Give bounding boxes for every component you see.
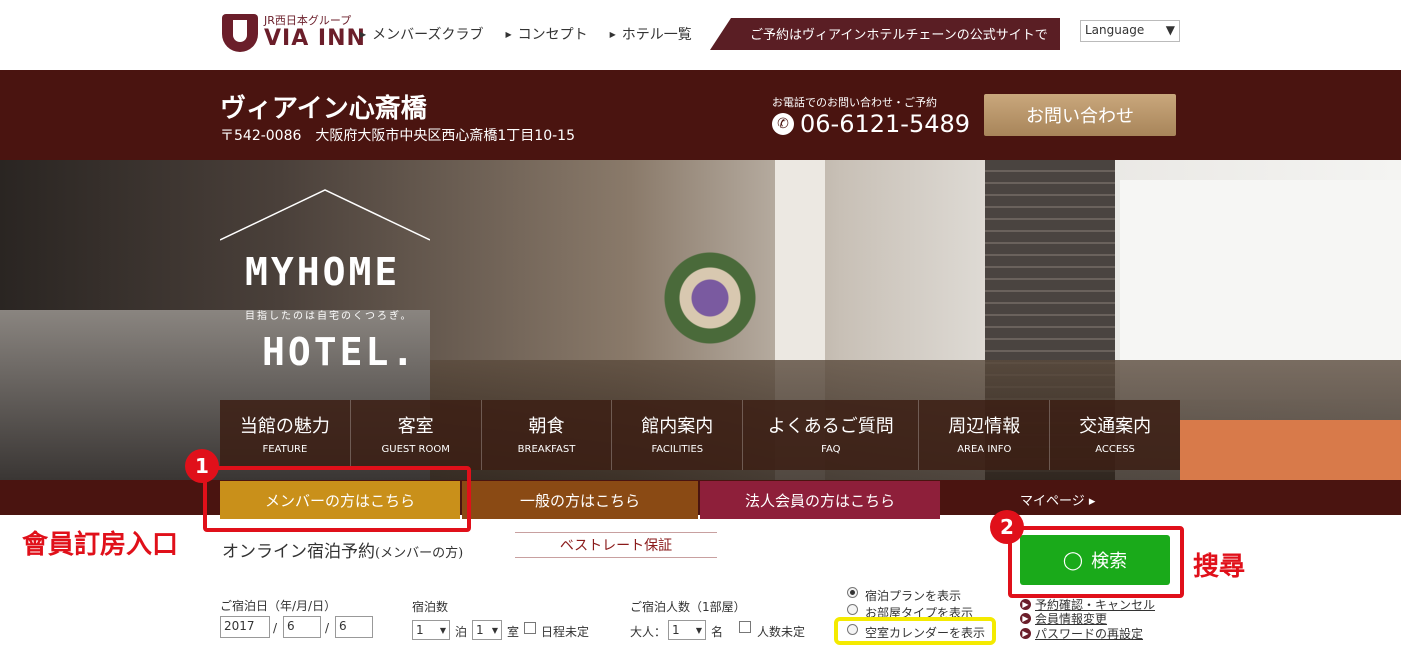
dropdown-arrow-icon: ▼ <box>439 625 446 635</box>
top-header: JR西日本グループ VIA INN ▶ メンバーズクラブ ▶ コンセプト ▶ ホテル一… <box>0 0 1401 70</box>
annotation-label-search: 搜尋 <box>1193 552 1246 582</box>
arrow-circle-icon: ▶ <box>1020 628 1031 639</box>
dropdown-arrow-icon: ▼ <box>695 625 702 635</box>
annotation-box-member <box>203 466 471 532</box>
mypage-link[interactable]: マイページ ▸ <box>1020 490 1095 509</box>
best-rate-badge[interactable]: ベストレート保証 <box>515 532 717 558</box>
menu-guest-room[interactable]: 客室 GUEST ROOM <box>351 400 482 470</box>
booking-title: オンライン宿泊予約(メンバーの方) <box>222 542 464 562</box>
hero-subline: 目指したのは自宅のくつろぎ。 <box>245 311 413 322</box>
nav-hotel-list[interactable]: ▶ ホテル一覧 <box>610 24 692 44</box>
hotel-name: ヴィアイン心斎橋 <box>220 94 427 124</box>
radio-show-room-types[interactable] <box>847 604 858 615</box>
dropdown-arrow-icon: ▼ <box>1165 23 1175 37</box>
phone-number[interactable]: ✆ 06-6121-5489 <box>772 110 970 138</box>
menu-feature[interactable]: 当館の魅力 FEATURE <box>220 400 351 470</box>
menu-faq[interactable]: よくあるご質問 FAQ <box>743 400 920 470</box>
main-menu: 当館の魅力 FEATURE 客室 GUEST ROOM 朝食 BREAKFAST 館内… <box>220 400 1180 470</box>
adults-select[interactable]: 1 ▼ <box>668 620 706 640</box>
phone-label: お電話でのお問い合わせ・ご予約 <box>772 96 937 109</box>
day-input[interactable]: 6 <box>335 616 373 638</box>
nights-select[interactable]: 1 ▼ <box>412 620 450 640</box>
annotation-highlight-calendar <box>834 617 996 645</box>
via-inn-logo[interactable]: JR西日本グループ VIA INN <box>222 14 366 52</box>
annotation-badge-1: 1 <box>185 449 219 483</box>
phone-icon: ✆ <box>772 113 794 135</box>
triangle-right-icon: ▶ <box>609 29 616 39</box>
annotation-label-member: 會員訂房入口 <box>22 530 179 560</box>
annotation-box-search <box>1008 526 1184 598</box>
nights-label: 宿泊数 <box>412 600 449 614</box>
nav-members-club[interactable]: ▶ メンバーズクラブ <box>360 24 483 44</box>
hotel-address: 〒542-0086 大阪府大阪市中央区西心斎橋1丁目10-15 <box>220 128 575 144</box>
menu-access[interactable]: 交通案内 ACCESS <box>1050 400 1180 470</box>
logo-brand-text: VIA INN <box>264 26 366 51</box>
year-input[interactable]: 2017 <box>220 616 270 638</box>
guests-label: ご宿泊人数（1部屋） <box>630 600 746 614</box>
radio-show-plans[interactable] <box>847 587 858 598</box>
top-nav: ▶ メンバーズクラブ ▶ コンセプト ▶ ホテル一覧 <box>360 24 692 44</box>
tab-general[interactable]: 一般の方はこちら <box>462 481 698 519</box>
roof-line-icon <box>220 189 430 241</box>
menu-facilities[interactable]: 館内案内 FACILITIES <box>612 400 744 470</box>
contact-button[interactable]: お問い合わせ <box>984 94 1176 136</box>
triangle-right-icon: ▶ <box>505 29 512 39</box>
hero-hotel-text: HOTEL. <box>262 330 418 374</box>
triangle-right-icon: ▶ <box>360 29 367 39</box>
annotation-badge-2: 2 <box>990 510 1024 544</box>
undecided-guests-checkbox[interactable] <box>739 621 751 633</box>
undecided-date-checkbox[interactable] <box>524 622 536 634</box>
arrow-circle-icon: ▶ <box>1020 613 1031 624</box>
hero-myhome-text: MYHOME <box>245 250 401 294</box>
nav-concept[interactable]: ▶ コンセプト <box>505 24 587 44</box>
stay-date-label: ご宿泊日（年/月/日） <box>220 599 337 613</box>
rooms-select[interactable]: 1 ▼ <box>472 620 502 640</box>
logo-mark-icon <box>222 14 258 52</box>
hotel-header: ヴィアイン心斎橋 〒542-0086 大阪府大阪市中央区西心斎橋1丁目10-15… <box>0 70 1401 160</box>
dropdown-arrow-icon: ▼ <box>491 625 498 635</box>
menu-area-info[interactable]: 周辺情報 AREA INFO <box>919 400 1051 470</box>
flower-arrangement <box>660 250 760 370</box>
language-select[interactable]: Language ▼ <box>1080 20 1180 42</box>
official-site-banner[interactable]: ご予約はヴィアインホテルチェーンの公式サイトで <box>710 18 1060 50</box>
link-password-reset[interactable]: ▶ パスワードの再設定 <box>1020 625 1143 642</box>
menu-breakfast[interactable]: 朝食 BREAKFAST <box>482 400 613 470</box>
month-input[interactable]: 6 <box>283 616 321 638</box>
arrow-circle-icon: ▶ <box>1020 599 1031 610</box>
tab-corporate[interactable]: 法人会員の方はこちら <box>700 481 940 519</box>
